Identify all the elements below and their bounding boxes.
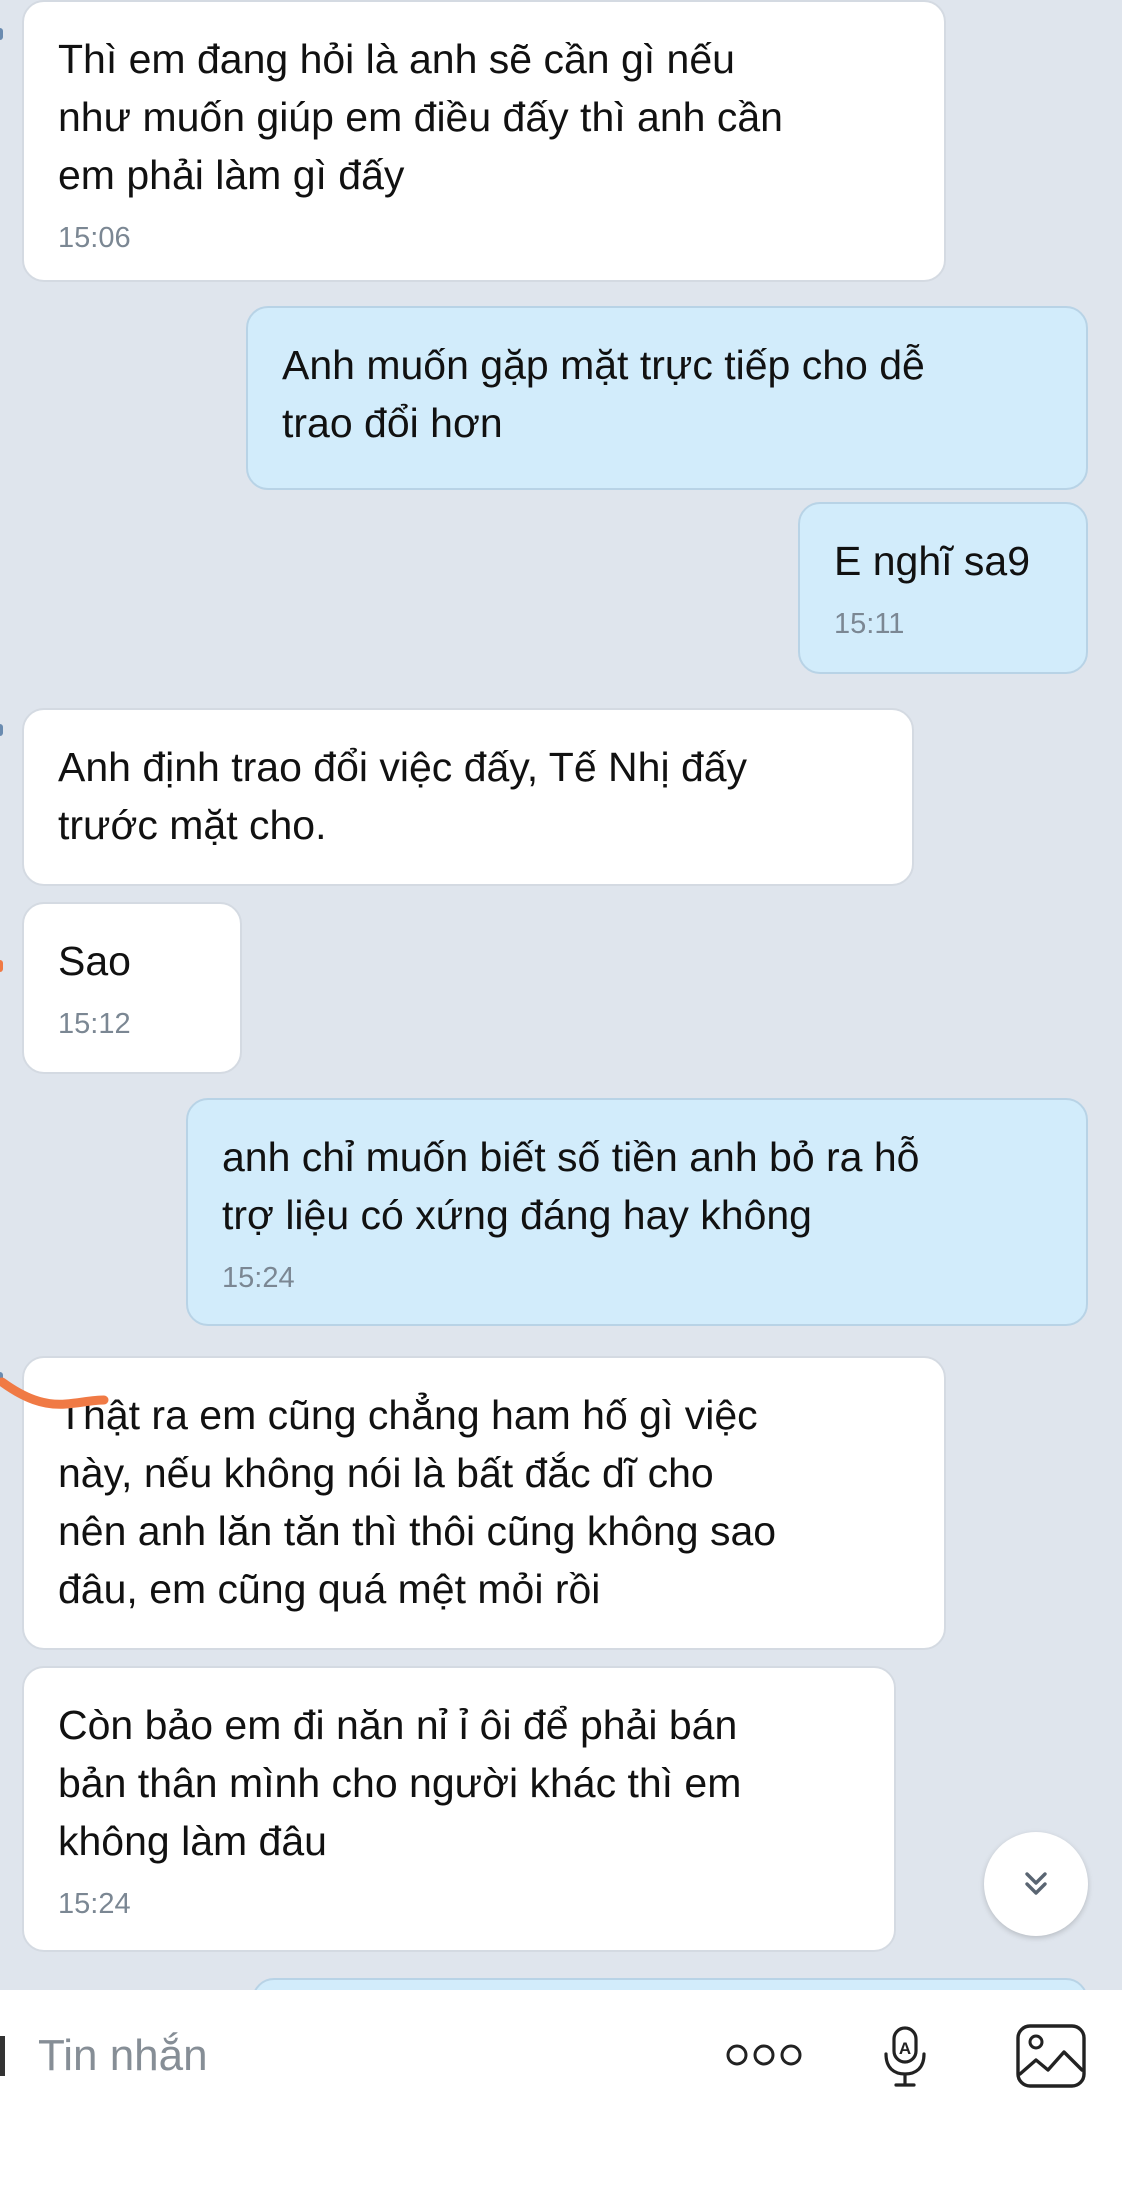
- message-time: 15:12: [58, 1008, 131, 1040]
- scroll-to-bottom-button[interactable]: [984, 1832, 1088, 1936]
- message-text: E nghĩ sa9: [834, 538, 1031, 584]
- double-chevron-down-icon: [1025, 1872, 1047, 1895]
- edge-mark: [0, 724, 3, 736]
- message-time: 15:24: [222, 1262, 295, 1294]
- voice-to-text-icon[interactable]: A: [876, 2024, 936, 2090]
- chat-area[interactable]: Thì em đang hỏi là anh sẽ cần gì nếu như…: [0, 0, 1122, 1990]
- message-bubble-outgoing[interactable]: anh chỉ muốn biết số tiền anh bỏ ra hỗ t…: [186, 1098, 1088, 1326]
- message-text: Thì em đang hỏi là anh sẽ cần gì nếu như…: [58, 36, 783, 198]
- image-icon[interactable]: [1014, 2022, 1088, 2092]
- more-dots-icon[interactable]: [724, 2040, 804, 2070]
- message-bubble-incoming[interactable]: Anh định trao đổi việc đấy, Tế Nhị đấy t…: [22, 708, 914, 886]
- message-text: Anh muốn gặp mặt trực tiếp cho dễ trao đ…: [282, 342, 925, 446]
- message-bubble-outgoing[interactable]: E nghĩ sa9 15:11: [798, 502, 1088, 674]
- text-cursor: [0, 2036, 5, 2076]
- message-bubble-incoming[interactable]: Thật ra em cũng chẳng ham hố gì việc này…: [22, 1356, 946, 1650]
- svg-text:A: A: [899, 2039, 911, 2058]
- message-text: Sao: [58, 938, 131, 984]
- edge-mark: [0, 960, 3, 972]
- message-input[interactable]: Tin nhắn: [38, 2026, 208, 2086]
- message-bubble-outgoing[interactable]: Anh muốn gặp mặt trực tiếp cho dễ trao đ…: [246, 306, 1088, 490]
- message-bubble-incoming[interactable]: Thì em đang hỏi là anh sẽ cần gì nếu như…: [22, 0, 946, 282]
- message-time: 15:11: [834, 608, 905, 640]
- message-text: Còn bảo em đi năn nỉ ỉ ôi để phải bán bả…: [58, 1702, 742, 1864]
- message-text: Thật ra em cũng chẳng ham hố gì việc này…: [58, 1392, 777, 1612]
- annotation-stroke: [0, 1377, 109, 1409]
- message-time: 15:24: [58, 1888, 131, 1920]
- message-bubble-incoming[interactable]: Còn bảo em đi năn nỉ ỉ ôi để phải bán bả…: [22, 1666, 896, 1952]
- message-time: 15:06: [58, 222, 131, 254]
- message-text: anh chỉ muốn biết số tiền anh bỏ ra hỗ t…: [222, 1134, 920, 1238]
- composer-bar: [0, 1990, 1122, 2192]
- message-text: Anh định trao đổi việc đấy, Tế Nhị đấy t…: [58, 744, 748, 848]
- edge-mark: [0, 28, 3, 40]
- message-bubble-incoming[interactable]: Sao 15:12: [22, 902, 242, 1074]
